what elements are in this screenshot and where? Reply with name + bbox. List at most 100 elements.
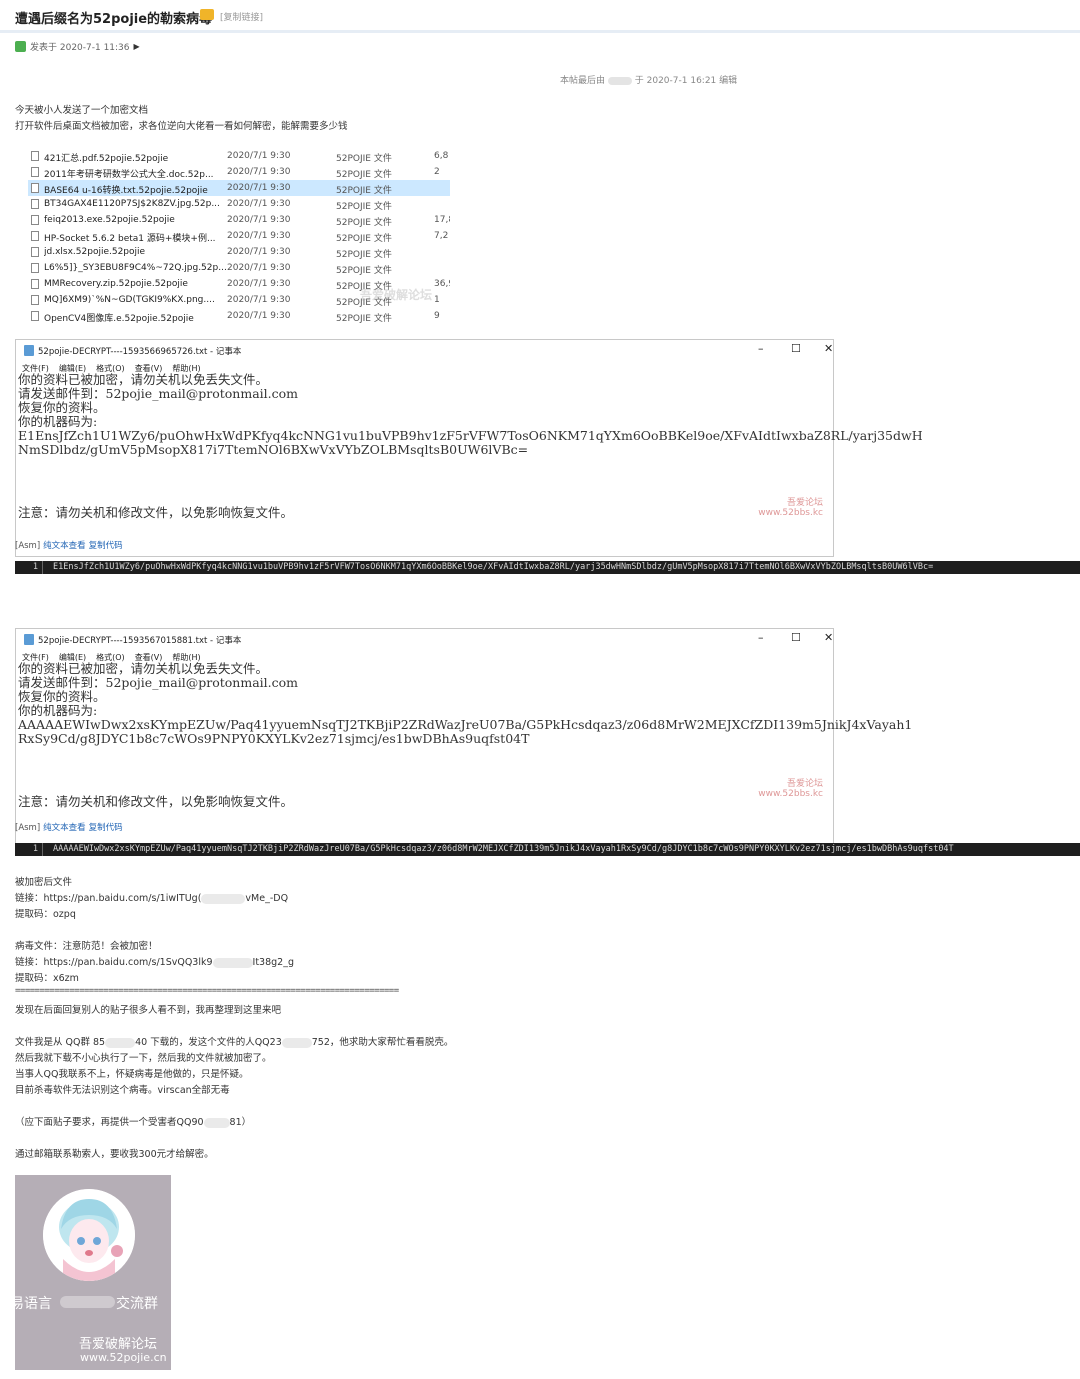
view-plain-text-link[interactable]: 纯文本查看 xyxy=(43,541,86,551)
code-block-2[interactable]: 1 AAAAAEWIwDwx2xsKYmpEZUw/Paq41yyuemNsqT… xyxy=(15,843,1080,856)
file-row[interactable]: feiq2013.exe.52pojie.52pojie 2020/7/1 9:3… xyxy=(28,212,450,228)
file-size: 17,8 xyxy=(434,215,450,225)
file-row[interactable]: 421汇总.pdf.52pojie.52pojie 2020/7/1 9:30 52… xyxy=(28,148,450,164)
notepad-watermark: 吾爱论坛 www.52bbs.kc xyxy=(758,779,823,799)
watermark-text: 吾爱论坛 xyxy=(786,498,823,508)
notepad-title: 52pojie-DECRYPT----1593566965726.txt - 记… xyxy=(38,347,242,357)
file-date: 2020/7/1 9:30 xyxy=(227,151,291,161)
virus-file-link[interactable]: 链接：https://pan.baidu.com/s/1SvQQ3lk9 It38… xyxy=(15,954,294,968)
intro-line-2: 打开软件后桌面文档被加密，求各位逆向大佬看一看如何解密，能解需要多少钱 xyxy=(15,121,348,132)
machine-code-line: RxSy9Cd/g8JDYC1b8c7cWOs9PNPY0KXYLKv2ez71… xyxy=(18,731,530,746)
copy-link-button[interactable]: [复制链接] xyxy=(220,10,263,23)
file-name: L6%5]}_SY3EBU8F9C4%~72Q.jpg.52p... xyxy=(44,263,227,273)
code-lang: [Asm] xyxy=(15,823,41,833)
file-type: 52POJIE 文件 xyxy=(336,234,392,244)
note-line: 你的资料已被加密，请勿关机以免丢失文件。 xyxy=(18,661,269,676)
file-name: HP-Socket 5.6.2 beta1 源码+模块+例... xyxy=(44,234,216,244)
note-line: 恢复你的资料。 xyxy=(18,689,106,704)
caret-right-icon[interactable]: ▶ xyxy=(134,42,140,51)
file-icon xyxy=(31,231,39,241)
notepad-window-1: 52pojie-DECRYPT----1593566965726.txt - 记… xyxy=(15,339,923,557)
file-row[interactable]: BASE64 u-16转换.txt.52pojie.52pojie 2020/7/… xyxy=(28,180,450,196)
separator-line: ========================================… xyxy=(15,986,399,996)
blurred-username xyxy=(607,76,632,85)
notepad-icon xyxy=(24,345,34,356)
victim-text-a: （应下面贴子要求，再提供一个受害者QQ90 xyxy=(15,1117,204,1128)
copy-code-link[interactable]: 复制代码 xyxy=(89,541,123,551)
notepad-titlebar: 52pojie-DECRYPT----1593567015881.txt - 记… xyxy=(16,629,833,649)
source-text-c: 752，他求助大家帮忙看看脱壳。 xyxy=(311,1037,454,1048)
minimize-icon[interactable]: – xyxy=(758,342,764,355)
edit-notice: 本帖最后由 于 2020-7-1 16:21 编辑 xyxy=(560,73,737,86)
encrypted-files-label: 被加密后文件 xyxy=(15,877,73,888)
file-row[interactable]: HP-Socket 5.6.2 beta1 源码+模块+例... 2020/7/1… xyxy=(28,228,450,244)
source-text-b: 40 下载的，发这个文件的人QQ23 xyxy=(135,1037,282,1048)
redacted-text xyxy=(105,1037,136,1048)
encrypted-files-code: 提取码：ozpq xyxy=(15,909,76,920)
file-date: 2020/7/1 9:30 xyxy=(227,311,291,321)
ransom-note-text[interactable]: 你的资料已被加密，请勿关机以免丢失文件。 请发送邮件到：52pojie_mail… xyxy=(18,662,912,746)
line-number: 1 xyxy=(15,561,43,574)
file-name: 2011年考研考研数学公式大全.doc.52p... xyxy=(44,170,214,180)
file-icon xyxy=(31,311,39,321)
file-size: 36,9 xyxy=(434,279,450,289)
paragraph-2: 然后我就下载不小心执行了一下，然后我的文件就被加密了。 xyxy=(15,1053,272,1064)
code-toolbar-2: [Asm] 纯文本查看 复制代码 xyxy=(15,821,123,833)
file-icon xyxy=(31,167,39,177)
file-type: 52POJIE 文件 xyxy=(336,154,392,164)
file-name: BASE64 u-16转换.txt.52pojie.52pojie xyxy=(44,186,208,196)
edit-notice-prefix: 本帖最后由 xyxy=(560,76,606,86)
ransom-note-text[interactable]: 你的资料已被加密，请勿关机以免丢失文件。 请发送邮件到：52pojie_mail… xyxy=(18,373,923,457)
file-name: 421汇总.pdf.52pojie.52pojie xyxy=(44,154,169,164)
maximize-icon[interactable]: ☐ xyxy=(791,631,801,644)
file-date: 2020/7/1 9:30 xyxy=(227,231,291,241)
file-icon xyxy=(31,279,39,289)
file-date: 2020/7/1 9:30 xyxy=(227,183,291,193)
file-date: 2020/7/1 9:30 xyxy=(227,199,291,209)
file-type: 52POJIE 文件 xyxy=(336,170,392,180)
group-image[interactable]: 易语言 交流群 吾爱破解论坛 www.52pojie.cn xyxy=(15,1175,171,1370)
file-row[interactable]: BT34GAX4E1120P7SJ$2K8ZV.jpg.52p... 2020/7… xyxy=(28,196,450,212)
watermark-url: www.52bbs.kc xyxy=(758,789,823,799)
file-type: 52POJIE 文件 xyxy=(336,266,392,276)
maximize-icon[interactable]: ☐ xyxy=(791,342,801,355)
file-type: 52POJIE 文件 xyxy=(336,186,392,196)
virus-file-label: 病毒文件：注意防范！会被加密！ xyxy=(15,941,158,952)
close-icon[interactable]: ✕ xyxy=(824,631,833,644)
file-size: 6,8 xyxy=(434,151,449,161)
file-name: MMRecovery.zip.52pojie.52pojie xyxy=(44,279,188,289)
note-line: 请发送邮件到：52pojie_mail@protonmail.com xyxy=(18,386,299,401)
edit-notice-suffix: 于 2020-7-1 16:21 编辑 xyxy=(634,76,738,86)
minimize-icon[interactable]: – xyxy=(758,631,764,644)
file-type: 52POJIE 文件 xyxy=(336,314,392,324)
file-icon xyxy=(31,295,39,305)
code-lang: [Asm] xyxy=(15,541,41,551)
view-plain-text-link[interactable]: 纯文本查看 xyxy=(43,823,86,833)
file-list-watermark: 吾爱破解论坛 xyxy=(360,288,433,302)
file-row[interactable]: jd.xlsx.52pojie.52pojie 2020/7/1 9:30 52PO… xyxy=(28,244,450,260)
paragraph-source: 文件我是从 QQ群 85 40 下载的，发这个文件的人QQ23 752，他求助大家帮… xyxy=(15,1034,453,1048)
code-toolbar-1: [Asm] 纯文本查看 复制代码 xyxy=(15,539,123,551)
virus-file-code: 提取码：x6zm xyxy=(15,973,79,984)
encrypted-files-link[interactable]: 链接：https://pan.baidu.com/s/1iwITUg(vMe_-… xyxy=(15,890,288,904)
watermark-text: 吾爱论坛 xyxy=(786,779,823,789)
file-row[interactable]: OpenCV4图像库.e.52pojie.52pojie 2020/7/1 9:3… xyxy=(28,308,450,324)
ransom-warning: 注意：请勿关机和修改文件，以免影响恢复文件。 xyxy=(18,505,294,520)
code-block-1[interactable]: 1 E1EnsJfZch1U1WZy6/puOhwHxWdPKfyq4kcNNG… xyxy=(15,561,1080,574)
machine-code-line: NmSDlbdz/gUmV5pMsopX817i7TtemNOl6BXwVxVY… xyxy=(18,442,529,457)
image-watermark: 吾爱破解论坛 xyxy=(79,1337,158,1352)
file-icon xyxy=(31,215,39,225)
redacted-text xyxy=(203,1117,230,1128)
notepad-titlebar: 52pojie-DECRYPT----1593566965726.txt - 记… xyxy=(16,340,833,360)
redacted-text xyxy=(201,893,246,904)
file-date: 2020/7/1 9:30 xyxy=(227,263,291,273)
file-row[interactable]: L6%5]}_SY3EBU8F9C4%~72Q.jpg.52p... 2020/7… xyxy=(28,260,450,276)
notepad-title: 52pojie-DECRYPT----1593567015881.txt - 记… xyxy=(38,636,242,646)
group-name-left: 易语言 xyxy=(15,1296,52,1312)
repost-note: 发现在后面回复别人的贴子很多人看不到，我再整理到这里来吧 xyxy=(15,1005,282,1016)
notepad-watermark: 吾爱论坛 www.52bbs.kc xyxy=(758,498,823,518)
copy-code-link[interactable]: 复制代码 xyxy=(89,823,123,833)
file-row[interactable]: 2011年考研考研数学公式大全.doc.52p... 2020/7/1 9:30 5… xyxy=(28,164,450,180)
file-icon xyxy=(31,199,39,209)
close-icon[interactable]: ✕ xyxy=(824,342,833,355)
